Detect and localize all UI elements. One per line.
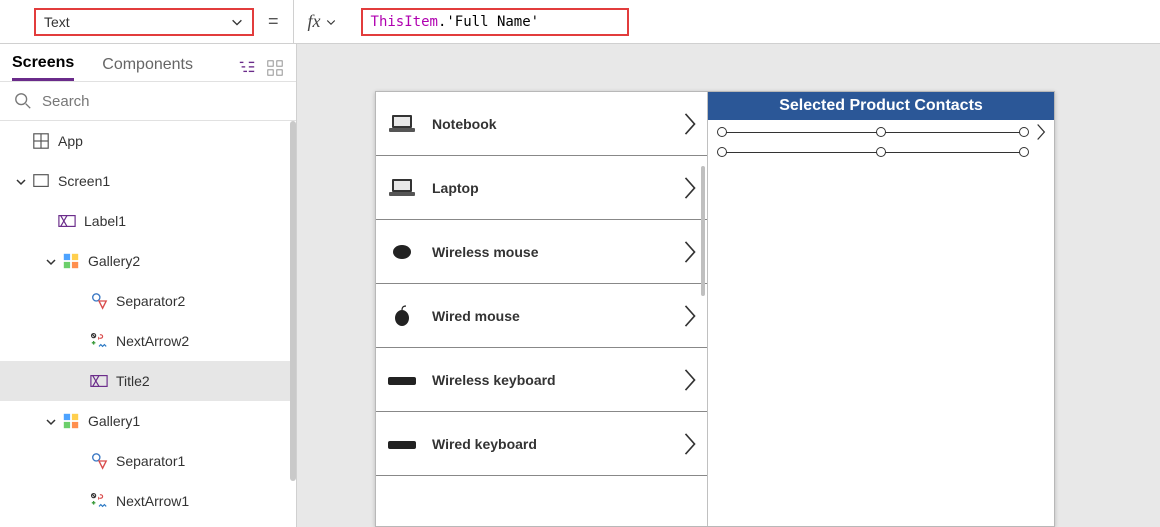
fx-icon: fx bbox=[308, 11, 321, 32]
product-title: Laptop bbox=[432, 180, 681, 196]
nextarrow-icon bbox=[90, 332, 108, 350]
formula-token-property: .'Full Name' bbox=[438, 14, 539, 30]
tree-item-label: App bbox=[58, 133, 83, 149]
tree-item-label: Gallery1 bbox=[88, 413, 140, 429]
tree-item-app[interactable]: App bbox=[0, 121, 296, 161]
product-item[interactable]: Wireless keyboard bbox=[376, 348, 707, 412]
selection-handle[interactable] bbox=[1019, 127, 1029, 137]
selection-handle[interactable] bbox=[876, 127, 886, 137]
next-arrow-icon[interactable] bbox=[1034, 122, 1048, 142]
product-thumb bbox=[386, 240, 418, 264]
formula-bar: Text = fx ThisItem.'Full Name' bbox=[0, 0, 1160, 44]
selection-handle[interactable] bbox=[717, 147, 727, 157]
tree-item-separator2[interactable]: Separator2 bbox=[0, 281, 296, 321]
product-thumb bbox=[386, 304, 418, 328]
tree-item-label: Title2 bbox=[116, 373, 150, 389]
tree-item-screen1[interactable]: Screen1 bbox=[0, 161, 296, 201]
equals-sign: = bbox=[268, 11, 279, 32]
screen-icon bbox=[32, 172, 50, 190]
caret-icon bbox=[44, 413, 60, 429]
label-icon bbox=[58, 212, 76, 230]
product-thumb bbox=[386, 176, 418, 200]
gallery-contacts-item[interactable] bbox=[714, 124, 1048, 140]
tree-tabs: Screens Components bbox=[0, 44, 296, 81]
tree-list-view-icon[interactable] bbox=[238, 59, 256, 77]
product-thumb bbox=[386, 368, 418, 392]
search-icon bbox=[14, 92, 32, 110]
formula-token-object: ThisItem bbox=[371, 14, 438, 30]
contacts-header: Selected Product Contacts bbox=[708, 92, 1054, 120]
tab-screens[interactable]: Screens bbox=[12, 54, 74, 81]
next-arrow-icon[interactable] bbox=[681, 302, 699, 330]
separator-icon bbox=[90, 452, 108, 470]
selection-handle[interactable] bbox=[876, 147, 886, 157]
next-arrow-icon[interactable] bbox=[681, 366, 699, 394]
scrollbar[interactable] bbox=[701, 166, 705, 296]
tree-item-nextarrow2[interactable]: NextArrow2 bbox=[0, 321, 296, 361]
tree-item-separator1[interactable]: Separator1 bbox=[0, 441, 296, 481]
tree-item-label: Label1 bbox=[84, 213, 126, 229]
tree-item-label: Separator1 bbox=[116, 453, 185, 469]
product-title: Notebook bbox=[432, 116, 681, 132]
property-dropdown-value: Text bbox=[44, 14, 70, 30]
tree-item-gallery2[interactable]: Gallery2 bbox=[0, 241, 296, 281]
gallery-products[interactable]: Notebook Laptop Wireless mouse Wired mouse W… bbox=[376, 92, 708, 526]
tree-item-label: NextArrow2 bbox=[116, 333, 189, 349]
product-item[interactable]: Wired mouse bbox=[376, 284, 707, 348]
main-area: Screens Components Search App Screen1 Labe… bbox=[0, 44, 1160, 527]
separator-icon bbox=[90, 292, 108, 310]
product-item[interactable]: Notebook bbox=[376, 92, 707, 156]
product-thumb bbox=[386, 432, 418, 456]
gallery-contacts-item[interactable] bbox=[714, 144, 1048, 160]
tree-search[interactable]: Search bbox=[0, 81, 296, 121]
chevron-down-icon bbox=[325, 16, 337, 28]
property-dropdown[interactable]: Text bbox=[34, 8, 254, 36]
tree-grid-view-icon[interactable] bbox=[266, 59, 284, 77]
tree-item-label: NextArrow1 bbox=[116, 493, 189, 509]
gallery-contacts[interactable] bbox=[708, 120, 1054, 526]
fx-block[interactable]: fx bbox=[293, 0, 351, 43]
tree-item-label: Gallery2 bbox=[88, 253, 140, 269]
next-arrow-icon[interactable] bbox=[681, 430, 699, 458]
app-frame: Notebook Laptop Wireless mouse Wired mouse W… bbox=[375, 91, 1055, 527]
next-arrow-icon[interactable] bbox=[681, 110, 699, 138]
chevron-down-icon bbox=[230, 15, 244, 29]
caret-icon bbox=[14, 173, 30, 189]
product-item[interactable]: Wired keyboard bbox=[376, 412, 707, 476]
caret-icon bbox=[44, 253, 60, 269]
app-icon bbox=[32, 132, 50, 150]
tree-item-label: Separator2 bbox=[116, 293, 185, 309]
nextarrow-icon bbox=[90, 492, 108, 510]
next-arrow-icon[interactable] bbox=[681, 238, 699, 266]
selection-handle[interactable] bbox=[1019, 147, 1029, 157]
product-thumb bbox=[386, 112, 418, 136]
right-column: Selected Product Contacts bbox=[708, 92, 1054, 526]
selection-handle[interactable] bbox=[717, 127, 727, 137]
product-title: Wireless mouse bbox=[432, 244, 681, 260]
product-item[interactable]: Wireless mouse bbox=[376, 220, 707, 284]
title-placeholder bbox=[722, 132, 1024, 133]
tree-item-nextarrow1[interactable]: NextArrow1 bbox=[0, 481, 296, 521]
tree-item-title2[interactable]: Title2 bbox=[0, 361, 296, 401]
search-placeholder: Search bbox=[42, 93, 90, 110]
tree-item-gallery1[interactable]: Gallery1 bbox=[0, 401, 296, 441]
tree-scroll[interactable]: App Screen1 Label1 Gallery2 Separator2 NextAr… bbox=[0, 121, 296, 527]
title-placeholder bbox=[722, 152, 1024, 153]
product-title: Wireless keyboard bbox=[432, 372, 681, 388]
canvas-pane: Notebook Laptop Wireless mouse Wired mouse W… bbox=[297, 44, 1160, 527]
product-title: Wired mouse bbox=[432, 308, 681, 324]
label-icon bbox=[90, 372, 108, 390]
gallery-icon bbox=[62, 252, 80, 270]
tree-panel: Screens Components Search App Screen1 Labe… bbox=[0, 44, 297, 527]
product-item[interactable]: Laptop bbox=[376, 156, 707, 220]
next-arrow-icon[interactable] bbox=[681, 174, 699, 202]
tree-item-label: Screen1 bbox=[58, 173, 110, 189]
tab-components[interactable]: Components bbox=[102, 56, 193, 80]
gallery-icon bbox=[62, 412, 80, 430]
tree-item-label1[interactable]: Label1 bbox=[0, 201, 296, 241]
formula-input[interactable]: ThisItem.'Full Name' bbox=[361, 8, 629, 36]
product-title: Wired keyboard bbox=[432, 436, 681, 452]
